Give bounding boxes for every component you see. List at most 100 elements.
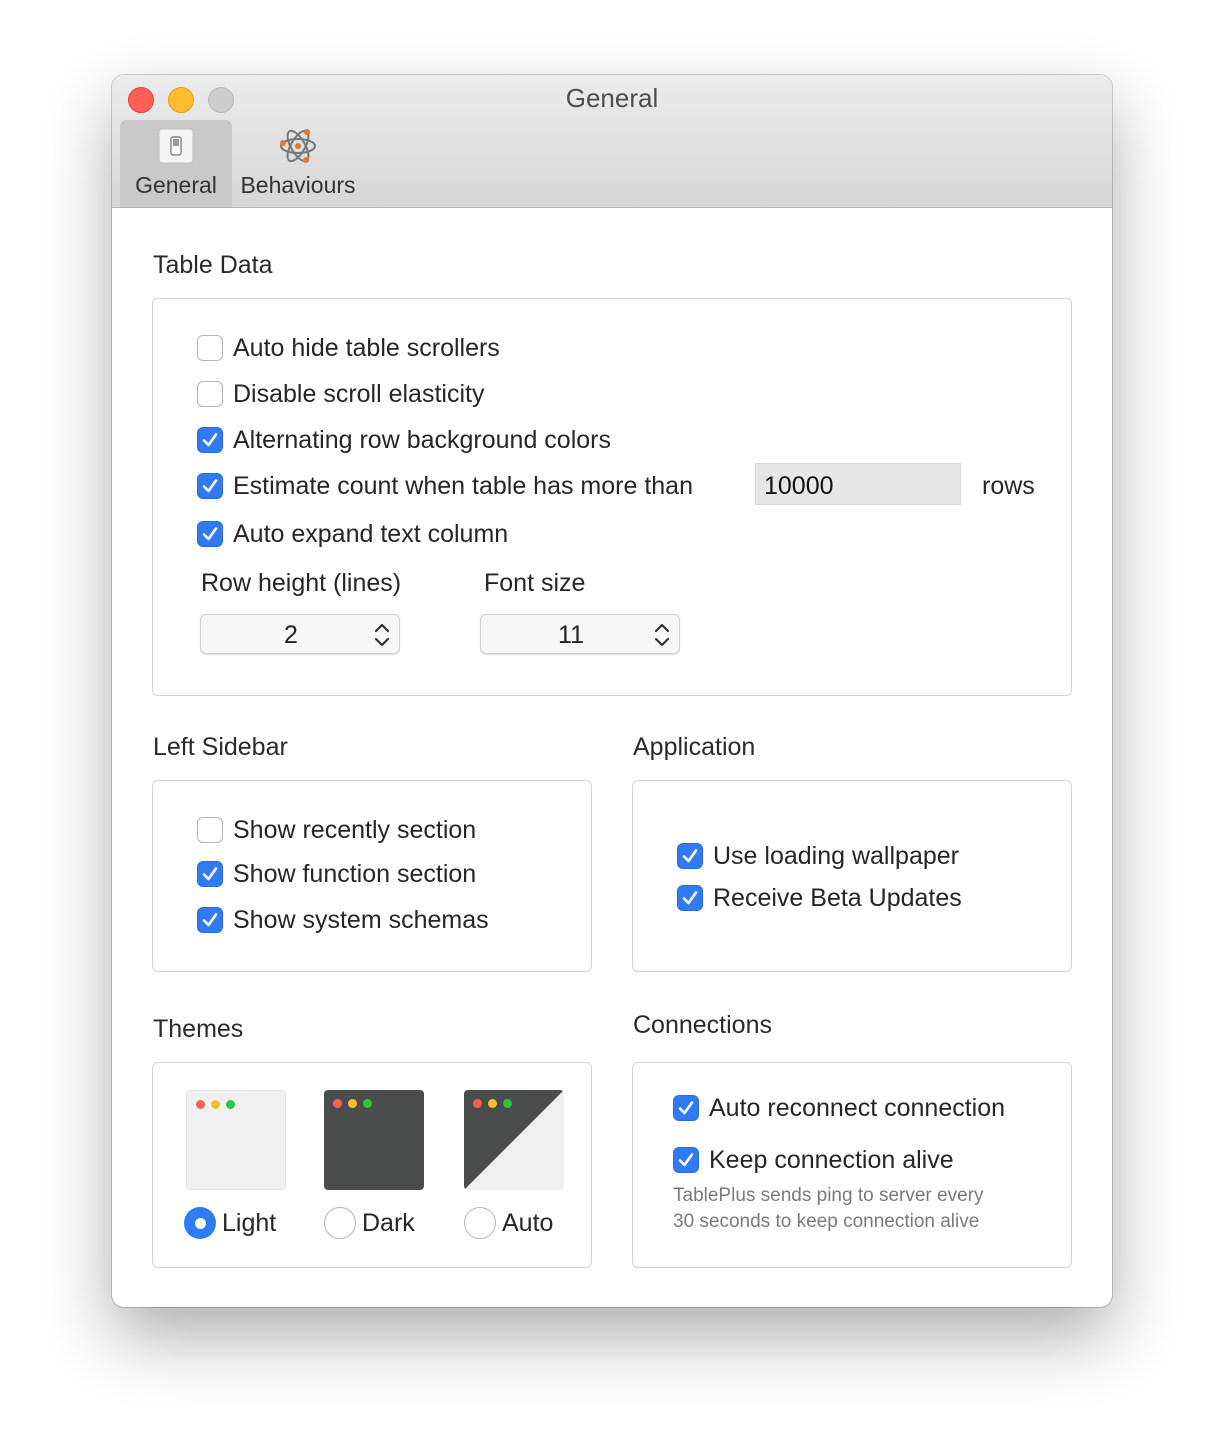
left-sidebar-box: Show recently section Show function sect… [152,780,592,972]
radio-button[interactable] [464,1207,496,1239]
option-label: Keep connection alive [709,1145,954,1174]
red-dot [473,1099,482,1108]
themes-box: Light Dark Auto [152,1062,592,1268]
radio-button[interactable] [184,1207,216,1239]
option-label: Auto hide table scrollers [233,333,500,362]
row-height-stepper[interactable]: 2 [200,614,400,654]
tab-general[interactable]: General [120,120,232,207]
option-show-system-schemas[interactable]: Show system schemas [197,905,489,935]
checkbox[interactable] [673,1147,699,1173]
checkmark-icon [202,913,218,927]
checkbox[interactable] [197,335,223,361]
red-dot [196,1100,205,1109]
option-label: Estimate count when table has more than [233,471,693,500]
option-label: Alternating row background colors [233,425,611,454]
row-height-label: Row height (lines) [201,568,402,597]
atom-icon [280,129,316,163]
note-line-2: 30 seconds to keep connection alive [673,1211,980,1232]
option-label: Disable scroll elasticity [233,379,485,408]
left-sidebar-title: Left Sidebar [153,733,288,761]
option-receive-beta-updates[interactable]: Receive Beta Updates [677,883,962,913]
rows-label: rows [982,471,1035,500]
option-label: Receive Beta Updates [713,883,962,912]
checkbox[interactable] [197,381,223,407]
estimate-count-input[interactable]: 10000 [755,463,961,505]
tab-general-label: General [135,172,217,198]
yellow-dot [211,1100,220,1109]
tab-behaviours-label: Behaviours [240,172,356,198]
option-estimate-count[interactable]: Estimate count when table has more than [197,471,693,501]
checkbox[interactable] [197,907,223,933]
checkmark-icon [202,433,218,447]
radio-label: Dark [362,1208,415,1237]
option-label: Show recently section [233,815,477,844]
option-use-loading-wallpaper[interactable]: Use loading wallpaper [677,841,959,871]
application-title: Application [633,733,756,761]
note-line-1: TablePlus sends ping to server every [673,1185,984,1206]
checkmark-icon [682,849,698,863]
option-auto-expand-text[interactable]: Auto expand text column [197,519,508,549]
row-height-value: 2 [284,621,298,649]
auto-theme-preview[interactable] [464,1090,564,1190]
connections-box: Auto reconnect connection Keep connectio… [632,1062,1072,1268]
keep-alive-note: TablePlus sends ping to server every 30 … [673,1183,984,1235]
table-data-title: Table Data [153,251,273,279]
checkbox[interactable] [677,885,703,911]
red-dot [333,1099,342,1108]
checkbox[interactable] [673,1095,699,1121]
checkmark-icon [678,1153,694,1167]
checkmark-icon [202,527,218,541]
checkbox[interactable] [197,427,223,453]
dark-theme-preview[interactable] [324,1090,424,1190]
radio-label: Auto [502,1208,554,1237]
checkmark-icon [202,479,218,493]
application-box: Use loading wallpaper Receive Beta Updat… [632,780,1072,972]
checkmark-icon [202,867,218,881]
tab-behaviours[interactable]: Behaviours [234,120,362,207]
preferences-window: General General Behaviours Table Data Au… [112,75,1112,1307]
font-size-label: Font size [484,568,586,597]
checkbox[interactable] [197,521,223,547]
yellow-dot [488,1099,497,1108]
up-down-chevron-icon[interactable] [373,621,391,649]
rows-suffix: rows [982,471,1035,501]
option-label: Show system schemas [233,905,489,934]
theme-radio-auto[interactable]: Auto [464,1206,553,1240]
option-label: Auto reconnect connection [709,1093,1006,1122]
option-label: Use loading wallpaper [713,841,959,870]
table-data-box: Auto hide table scrollers Disable scroll… [152,298,1072,696]
connections-title: Connections [633,1011,772,1039]
option-auto-reconnect[interactable]: Auto reconnect connection [673,1093,1005,1123]
title-bar: General General Behaviours [112,75,1112,208]
green-dot [226,1100,235,1109]
yellow-dot [348,1099,357,1108]
green-dot [503,1099,512,1108]
checkbox[interactable] [197,817,223,843]
radio-button[interactable] [324,1207,356,1239]
light-theme-preview[interactable] [186,1090,286,1190]
checkbox[interactable] [197,861,223,887]
themes-title: Themes [153,1015,244,1043]
theme-radio-dark[interactable]: Dark [324,1206,415,1240]
option-label: Show function section [233,859,477,888]
checkbox[interactable] [197,473,223,499]
option-label: Auto expand text column [233,519,509,548]
font-size-label-row: Font size [484,568,585,598]
up-down-chevron-icon[interactable] [653,621,671,649]
option-show-function[interactable]: Show function section [197,859,476,889]
option-show-recently[interactable]: Show recently section [197,815,476,845]
toggle-switch-icon [158,128,194,164]
font-size-stepper[interactable]: 11 [480,614,680,654]
checkmark-icon [678,1101,694,1115]
theme-radio-light[interactable]: Light [184,1206,276,1240]
option-disable-scroll-elasticity[interactable]: Disable scroll elasticity [197,379,484,409]
radio-label: Light [222,1208,277,1237]
checkmark-icon [682,891,698,905]
option-keep-alive[interactable]: Keep connection alive [673,1145,954,1175]
checkbox[interactable] [677,843,703,869]
row-height-label-row: Row height (lines) [201,568,401,598]
window-title: General [565,83,659,113]
option-alternating-row-colors[interactable]: Alternating row background colors [197,425,611,455]
green-dot [363,1099,372,1108]
option-auto-hide-scrollers[interactable]: Auto hide table scrollers [197,333,500,363]
